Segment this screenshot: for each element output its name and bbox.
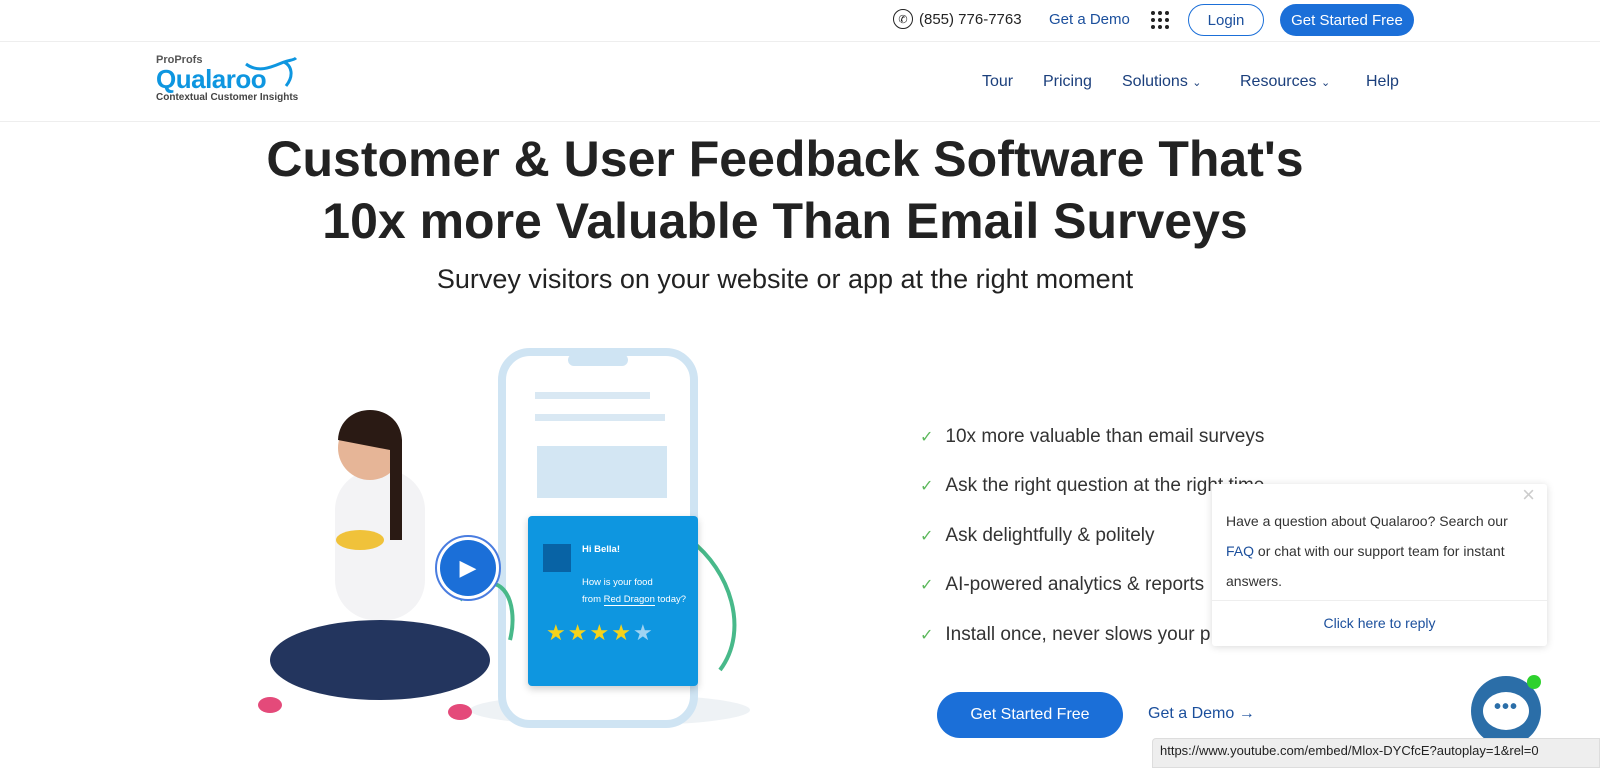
star-rating[interactable]: ★★★★★ bbox=[546, 620, 655, 646]
title-line-2: 10x more Valuable Than Email Surveys bbox=[322, 193, 1248, 249]
get-started-free-button[interactable]: Get Started Free bbox=[937, 692, 1123, 738]
kangaroo-icon bbox=[245, 56, 298, 87]
survey-question: How is your food from Red Dragon today? bbox=[582, 574, 686, 608]
arrow-right-icon: → bbox=[1238, 705, 1255, 722]
page-title: Customer & User Feedback Software That's… bbox=[0, 128, 1570, 252]
video-play-button[interactable]: ▶ bbox=[435, 535, 501, 601]
faq-link[interactable]: FAQ bbox=[1226, 543, 1254, 559]
hero-illustration: ▶ Hi Bella! How is your food from Red Dr… bbox=[230, 340, 790, 760]
check-icon: ✓ bbox=[920, 478, 934, 496]
check-icon: ✓ bbox=[920, 527, 934, 545]
popup-text: Have a question about Qualaroo? Search o… bbox=[1226, 513, 1508, 529]
feature-text: Ask delightfully & politely bbox=[945, 524, 1155, 546]
feature-text: 10x more valuable than email surveys bbox=[945, 425, 1265, 447]
nav-resources-label: Resources bbox=[1240, 73, 1317, 90]
logo[interactable]: ProProfs Qualaroo Contextual Customer In… bbox=[156, 54, 298, 103]
feature-text: AI-powered analytics & reports bbox=[945, 574, 1205, 596]
chat-bubble-icon: ••• bbox=[1483, 692, 1529, 730]
nav-pricing[interactable]: Pricing bbox=[1043, 73, 1092, 91]
star-icon[interactable]: ★ bbox=[611, 620, 633, 645]
get-started-button[interactable]: Get Started Free bbox=[1280, 4, 1414, 36]
chevron-down-icon: ⌄ bbox=[1192, 77, 1202, 89]
check-icon: ✓ bbox=[920, 626, 934, 644]
star-icon[interactable]: ★ bbox=[568, 620, 590, 645]
survey-greeting: Hi Bella! bbox=[582, 544, 621, 555]
illustration-graphic bbox=[258, 348, 750, 728]
close-icon[interactable]: × bbox=[1522, 482, 1535, 508]
nav-solutions-label: Solutions bbox=[1122, 73, 1188, 90]
check-icon: ✓ bbox=[920, 428, 934, 446]
nav-resources[interactable]: Resources ⌄ bbox=[1240, 73, 1330, 91]
play-icon: ▶ bbox=[440, 540, 496, 596]
popup-text: or chat with our support team for instan… bbox=[1226, 543, 1505, 589]
feature-text: Install once, never slows your p bbox=[945, 623, 1211, 645]
top-bar: ✆ (855) 776-7763 Get a Demo Login Get Sta… bbox=[0, 0, 1600, 42]
restaurant-link: Red Dragon bbox=[603, 594, 655, 606]
reply-button[interactable]: Click here to reply bbox=[1212, 600, 1547, 646]
chevron-down-icon: ⌄ bbox=[1320, 77, 1331, 89]
star-icon[interactable]: ★ bbox=[589, 620, 611, 645]
phone-icon: ✆ bbox=[893, 9, 913, 29]
list-item: ✓ 10x more valuable than email surveys bbox=[920, 412, 1264, 462]
phone-link[interactable]: ✆ (855) 776-7763 bbox=[893, 9, 1022, 29]
page-subtitle: Survey visitors on your website or app a… bbox=[436, 264, 1134, 294]
nav-tour[interactable]: Tour bbox=[982, 73, 1013, 91]
question-text: today? bbox=[654, 594, 687, 605]
nav-solutions[interactable]: Solutions ⌄ bbox=[1122, 73, 1202, 91]
main-nav: ProProfs Qualaroo Contextual Customer In… bbox=[0, 42, 1600, 122]
get-demo-link[interactable]: Get a Demo bbox=[1049, 11, 1130, 28]
star-icon[interactable]: ★ bbox=[633, 620, 655, 645]
question-line-2: from Red Dragon today? bbox=[582, 591, 686, 608]
chat-widget-button[interactable]: ••• bbox=[1471, 675, 1541, 746]
apps-grid-icon[interactable] bbox=[1151, 11, 1169, 29]
login-button[interactable]: Login bbox=[1188, 4, 1264, 36]
chat-popup-message: Have a question about Qualaroo? Search o… bbox=[1226, 506, 1526, 596]
question-line-1: How is your food bbox=[582, 577, 653, 588]
check-icon: ✓ bbox=[920, 577, 934, 595]
question-text: from bbox=[582, 594, 604, 605]
chat-popup: × Have a question about Qualaroo? Search… bbox=[1212, 482, 1547, 646]
star-icon[interactable]: ★ bbox=[546, 620, 568, 645]
title-line-1: Customer & User Feedback Software That's bbox=[266, 131, 1304, 187]
online-status-dot bbox=[1527, 675, 1541, 689]
nav-help[interactable]: Help bbox=[1366, 73, 1399, 91]
browser-status-bar: https://www.youtube.com/embed/Mlox-DYCfc… bbox=[1152, 738, 1600, 768]
avatar bbox=[543, 544, 571, 572]
logo-tagline: Contextual Customer Insights bbox=[156, 92, 299, 103]
survey-card: Hi Bella! How is your food from Red Drag… bbox=[528, 516, 698, 686]
get-demo-label: Get a Demo bbox=[1148, 705, 1235, 722]
get-demo-link[interactable]: Get a Demo → bbox=[1148, 705, 1255, 723]
phone-number: (855) 776-7763 bbox=[919, 10, 1022, 28]
